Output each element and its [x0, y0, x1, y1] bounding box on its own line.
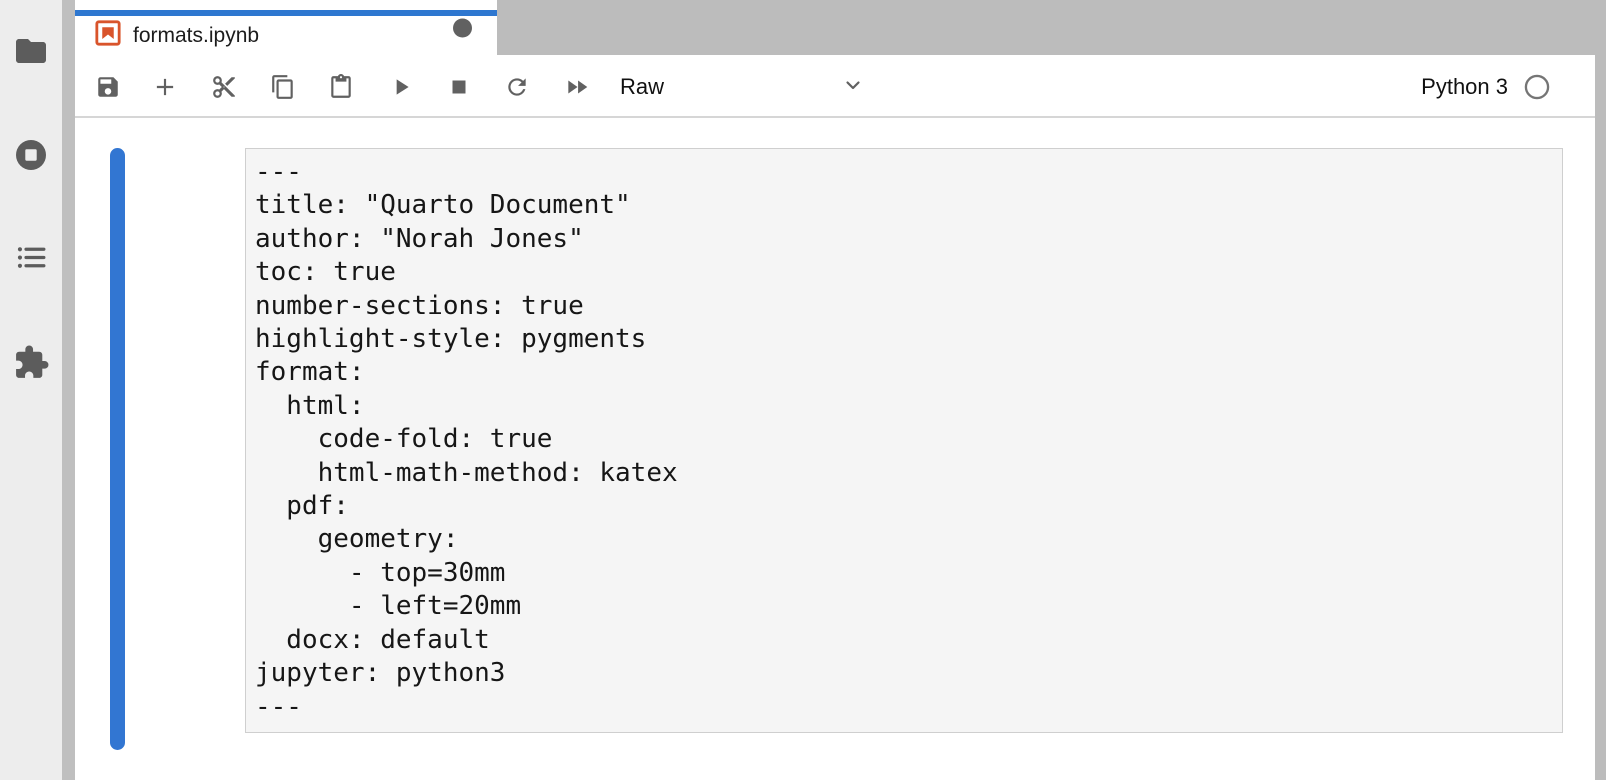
- cell-collapser[interactable]: [110, 148, 125, 750]
- kernel-status-icon[interactable]: [1523, 73, 1551, 101]
- tab-modified-indicator[interactable]: [453, 18, 472, 37]
- kernel-area: Python 3: [1421, 55, 1551, 118]
- raw-cell-source: --- title: "Quarto Document" author: "No…: [246, 149, 1562, 724]
- cell-type-value: Raw: [620, 74, 664, 100]
- raw-cell-editor[interactable]: --- title: "Quarto Document" author: "No…: [245, 148, 1563, 733]
- cell-type-dropdown[interactable]: Raw: [620, 69, 865, 105]
- sidebar-item-file-browser[interactable]: [0, 33, 62, 69]
- notebook-panel: formats.ipynb: [75, 0, 1595, 780]
- cut-cells-button[interactable]: [211, 74, 237, 100]
- tab-title: formats.ipynb: [133, 24, 259, 48]
- plus-icon: [152, 74, 178, 100]
- notebook-toolbar: Raw Python 3: [75, 55, 1595, 118]
- play-icon: [388, 74, 414, 100]
- copy-icon: [270, 74, 296, 100]
- sidebar-item-extension-manager[interactable]: [0, 344, 62, 381]
- right-edge-strip: [1595, 0, 1606, 780]
- interrupt-kernel-button[interactable]: [446, 74, 472, 100]
- running-icon: [13, 137, 49, 173]
- tab-formats-ipynb[interactable]: formats.ipynb: [75, 0, 497, 55]
- sidebar-divider: [62, 0, 75, 780]
- folder-icon: [13, 33, 49, 69]
- paste-icon: [328, 74, 354, 100]
- puzzle-icon: [13, 344, 50, 381]
- notebook-content: --- title: "Quarto Document" author: "No…: [75, 118, 1595, 778]
- scissors-icon: [211, 74, 237, 100]
- tab-bar: formats.ipynb: [75, 0, 1595, 55]
- list-icon: [15, 241, 48, 274]
- insert-cell-button[interactable]: [152, 74, 178, 100]
- restart-run-all-button[interactable]: [564, 74, 590, 100]
- activity-sidebar: [0, 0, 62, 780]
- save-button[interactable]: [95, 74, 121, 100]
- sidebar-item-running-sessions[interactable]: [0, 137, 62, 173]
- kernel-name[interactable]: Python 3: [1421, 74, 1508, 100]
- stop-icon: [446, 74, 472, 100]
- sidebar-item-table-of-contents[interactable]: [0, 241, 62, 274]
- save-icon: [95, 74, 121, 100]
- paste-cells-button[interactable]: [328, 74, 354, 100]
- notebook-icon: [95, 20, 121, 51]
- restart-icon: [504, 74, 530, 100]
- restart-kernel-button[interactable]: [504, 74, 530, 100]
- chevron-down-icon: [841, 73, 865, 102]
- fast-forward-icon: [564, 74, 590, 100]
- copy-cells-button[interactable]: [270, 74, 296, 100]
- jupyterlab-window: formats.ipynb: [0, 0, 1606, 780]
- run-cell-button[interactable]: [388, 74, 414, 100]
